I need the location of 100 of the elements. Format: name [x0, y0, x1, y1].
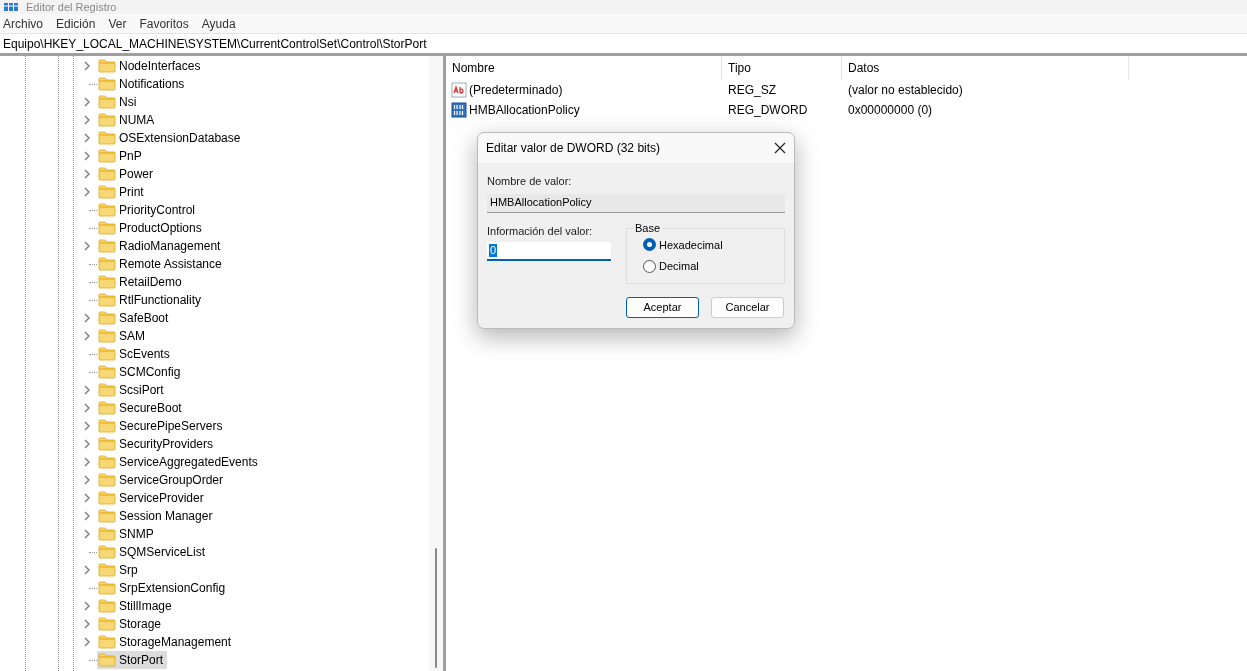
expand-chevron-icon[interactable] [84, 331, 91, 341]
tree-item[interactable]: Nsi [97, 93, 141, 111]
tree-item[interactable]: SNMP [97, 525, 158, 543]
tree-item[interactable]: RtlFunctionality [97, 291, 206, 309]
field-label: Nombre de valor: [487, 174, 573, 189]
expand-chevron-icon[interactable] [84, 421, 91, 431]
tree-item[interactable]: RetailDemo [97, 273, 186, 291]
tree-item[interactable]: PnP [97, 147, 146, 165]
menu-item[interactable]: Archivo [3, 14, 43, 33]
column-header[interactable]: Nombre [446, 56, 722, 80]
tree-item[interactable]: Storage [97, 615, 166, 633]
expand-chevron-icon[interactable] [84, 619, 91, 629]
tree-item[interactable]: SAM [97, 327, 149, 345]
folder-icon [98, 365, 116, 379]
menu-item[interactable]: Favoritos [139, 14, 189, 33]
value-data-field[interactable]: 0 [487, 242, 611, 261]
value-name[interactable]: (Predeterminado) [469, 81, 563, 99]
folder-icon [98, 77, 116, 91]
tree-item[interactable]: SecurePipeServers [97, 417, 227, 435]
expand-chevron-icon[interactable] [84, 187, 91, 197]
tree-item[interactable]: ScsiPort [97, 381, 168, 399]
tree-item[interactable]: Notifications [97, 75, 189, 93]
tree-item[interactable]: Remote Assistance [97, 255, 226, 273]
registry-app-icon [4, 3, 18, 11]
expand-chevron-icon[interactable] [84, 637, 91, 647]
tree-item[interactable]: SecurityProviders [97, 435, 218, 453]
tree-item[interactable]: PriorityControl [97, 201, 200, 219]
expand-chevron-icon[interactable] [84, 457, 91, 467]
tree-item[interactable]: ProductOptions [97, 219, 206, 237]
expand-chevron-icon[interactable] [84, 151, 91, 161]
scrollbar[interactable] [429, 56, 443, 671]
menu-item[interactable]: Ayuda [201, 14, 236, 33]
folder-icon [98, 221, 116, 235]
expand-chevron-icon[interactable] [84, 475, 91, 485]
value-data: 0x00000000 (0) [847, 102, 934, 119]
expand-chevron-icon[interactable] [84, 115, 91, 125]
tree-item[interactable]: ServiceGroupOrder [97, 471, 228, 489]
expand-chevron-icon[interactable] [84, 385, 91, 395]
folder-icon [98, 167, 116, 181]
folder-icon [98, 527, 116, 541]
tree-item[interactable]: NUMA [97, 111, 159, 129]
tree-item[interactable]: SQMServiceList [97, 543, 210, 561]
folder-icon [98, 599, 116, 613]
address-bar[interactable]: Equipo\HKEY_LOCAL_MACHINE\SYSTEM\CurrentControlSet\Control\StorPort [0, 34, 1247, 56]
expand-chevron-icon[interactable] [84, 133, 91, 143]
expand-chevron-icon[interactable] [84, 493, 91, 503]
tree-item[interactable]: StorageManagement [97, 633, 236, 651]
tree-item[interactable]: Power [97, 165, 157, 183]
folder-icon [98, 149, 116, 163]
tree-item[interactable]: Srp [97, 561, 142, 579]
dialog-button[interactable]: Aceptar [626, 296, 699, 318]
folder-icon [98, 509, 116, 523]
column-header[interactable]: Tipo [722, 56, 842, 80]
tree-item[interactable]: SafeBoot [97, 309, 173, 327]
expand-chevron-icon[interactable] [84, 511, 91, 521]
expand-chevron-icon[interactable] [84, 403, 91, 413]
menu-item[interactable]: Edición [56, 14, 96, 33]
expand-chevron-icon[interactable] [84, 169, 91, 179]
expand-chevron-icon[interactable] [84, 601, 91, 611]
tree-item[interactable]: SCMConfig [97, 363, 185, 381]
expand-chevron-icon[interactable] [84, 565, 91, 575]
value-type: REG_SZ [727, 82, 777, 99]
tree-item[interactable]: SecureBoot [97, 399, 186, 417]
value-type: REG_DWORD [727, 102, 809, 119]
tree-item[interactable]: ServiceAggregatedEvents [97, 453, 262, 471]
value-name[interactable]: HMBAllocationPolicy [469, 101, 580, 119]
expand-chevron-icon[interactable] [84, 61, 91, 71]
folder-icon [98, 437, 116, 451]
tree-item[interactable]: ScEvents [97, 345, 174, 363]
tree-item[interactable]: SrpExtensionConfig [97, 579, 230, 597]
folder-icon [98, 401, 116, 415]
tree-item[interactable]: OSExtensionDatabase [97, 129, 245, 147]
expand-chevron-icon[interactable] [84, 97, 91, 107]
tree-item[interactable]: Print [97, 183, 148, 201]
tree-item[interactable]: NodeInterfaces [97, 57, 205, 75]
folder-icon [98, 275, 116, 289]
menu-item[interactable]: Ver [108, 14, 127, 33]
tree-item[interactable]: StillImage [97, 597, 176, 615]
folder-icon [98, 185, 116, 199]
folder-icon [98, 617, 116, 631]
window-title: Editor del Registro [26, 0, 117, 14]
expand-chevron-icon[interactable] [84, 439, 91, 449]
tree-item[interactable]: RadioManagement [97, 237, 225, 255]
dialog-button[interactable]: Cancelar [711, 296, 784, 318]
expand-chevron-icon[interactable] [84, 241, 91, 251]
value-name-field[interactable]: HMBAllocationPolicy [487, 193, 785, 213]
folder-icon [98, 239, 116, 253]
folder-icon [98, 95, 116, 109]
expand-chevron-icon[interactable] [84, 313, 91, 323]
tree-item[interactable]: StorPort [97, 651, 167, 669]
binary-value-icon [451, 102, 467, 118]
radio-option[interactable]: Decimal [643, 258, 784, 275]
folder-icon [98, 419, 116, 433]
close-icon[interactable] [774, 142, 786, 154]
column-header[interactable]: Datos [842, 56, 1129, 80]
dialog-title: Editar valor de DWORD (32 bits) [486, 140, 661, 157]
radio-option[interactable]: Hexadecimal [643, 236, 784, 253]
expand-chevron-icon[interactable] [84, 529, 91, 539]
tree-item[interactable]: Session Manager [97, 507, 217, 525]
tree-item[interactable]: ServiceProvider [97, 489, 208, 507]
